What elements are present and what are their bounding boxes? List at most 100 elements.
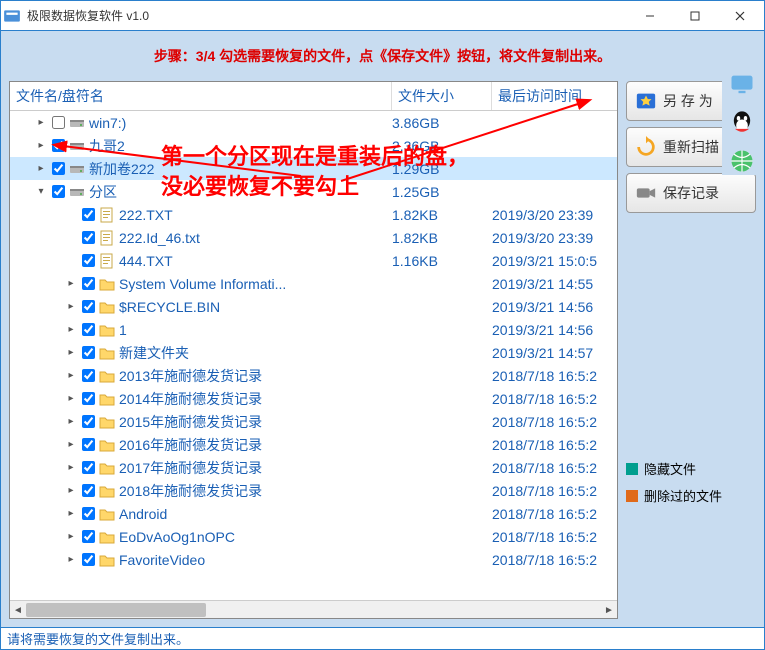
expander-icon[interactable]: ▸ — [64, 484, 78, 498]
file-row[interactable]: ▸FavoriteVideo2018/7/18 16:5:2 — [10, 548, 617, 571]
file-row[interactable]: ▸ Android 2018/7/18 16:5:2 — [10, 502, 617, 525]
file-row[interactable]: ▸2014年施耐德发货记录2018/7/18 16:5:2 — [10, 387, 617, 410]
file-row[interactable]: ▸System Volume Informati...2019/3/21 14:… — [10, 272, 617, 295]
row-checkbox[interactable] — [82, 530, 95, 543]
close-button[interactable] — [717, 2, 762, 30]
file-list[interactable]: ▸win7:)3.86GB▸九哥22.36GB▸新加卷2221.29GB▾分区1… — [10, 111, 617, 600]
file-size: 1.25GB — [392, 184, 492, 200]
row-checkbox[interactable] — [82, 277, 95, 290]
maximize-button[interactable] — [672, 2, 717, 30]
refresh-icon — [635, 136, 657, 158]
file-row[interactable]: ▸2017年施耐德发货记录2018/7/18 16:5:2 — [10, 456, 617, 479]
row-checkbox[interactable] — [82, 254, 95, 267]
file-row[interactable]: ▸新建文件夹2019/3/21 14:57 — [10, 341, 617, 364]
folder-icon — [99, 322, 115, 338]
qq-icon[interactable] — [728, 109, 756, 137]
file-time: 2019/3/21 15:0:5 — [492, 253, 617, 269]
txt-icon — [99, 230, 115, 246]
row-checkbox[interactable] — [82, 208, 95, 221]
file-time: 2019/3/21 14:56 — [492, 322, 617, 338]
expander-icon[interactable] — [64, 231, 78, 245]
expander-icon[interactable]: ▸ — [64, 277, 78, 291]
row-checkbox[interactable] — [52, 116, 65, 129]
globe-icon[interactable] — [728, 147, 756, 175]
minimize-button[interactable] — [627, 2, 672, 30]
expander-icon[interactable]: ▸ — [64, 415, 78, 429]
row-checkbox[interactable] — [82, 346, 95, 359]
scroll-right-arrow[interactable]: ► — [601, 601, 617, 619]
window-controls — [627, 2, 762, 30]
row-checkbox[interactable] — [82, 231, 95, 244]
file-size: 1.82KB — [392, 230, 492, 246]
row-checkbox[interactable] — [82, 507, 95, 520]
row-checkbox[interactable] — [82, 300, 95, 313]
file-row[interactable]: ▸2016年施耐德发货记录2018/7/18 16:5:2 — [10, 433, 617, 456]
file-time: 2018/7/18 16:5:2 — [492, 506, 617, 522]
row-checkbox[interactable] — [52, 162, 65, 175]
file-row[interactable]: ▸2013年施耐德发货记录2018/7/18 16:5:2 — [10, 364, 617, 387]
file-name: Android — [119, 506, 392, 522]
file-row[interactable]: ▸2015年施耐德发货记录2018/7/18 16:5:2 — [10, 410, 617, 433]
file-row[interactable]: ▸12019/3/21 14:56 — [10, 318, 617, 341]
expander-icon[interactable]: ▸ — [64, 461, 78, 475]
col-size[interactable]: 文件大小 — [392, 82, 492, 110]
file-row[interactable]: 222.Id_46.txt1.82KB2019/3/20 23:39 — [10, 226, 617, 249]
row-checkbox[interactable] — [52, 139, 65, 152]
expander-icon[interactable]: ▸ — [64, 507, 78, 521]
row-checkbox[interactable] — [52, 185, 65, 198]
expander-icon[interactable]: ▸ — [34, 139, 48, 153]
file-row[interactable]: ▸win7:)3.86GB — [10, 111, 617, 134]
row-checkbox[interactable] — [82, 438, 95, 451]
file-row[interactable]: ▾分区1.25GB — [10, 180, 617, 203]
expander-icon[interactable]: ▾ — [34, 185, 48, 199]
save-log-button[interactable]: 保存记录 — [626, 173, 756, 213]
legend-hidden-swatch — [626, 463, 638, 475]
window-title: 极限数据恢复软件 v1.0 — [27, 7, 627, 24]
expander-icon[interactable]: ▸ — [64, 346, 78, 360]
col-name[interactable]: 文件名/盘符名 — [10, 82, 392, 110]
col-time[interactable]: 最后访问时间 — [492, 82, 617, 110]
expander-icon[interactable]: ▸ — [34, 162, 48, 176]
row-checkbox[interactable] — [82, 323, 95, 336]
file-row[interactable]: ▸2018年施耐德发货记录2018/7/18 16:5:2 — [10, 479, 617, 502]
file-row[interactable]: ▸$RECYCLE.BIN2019/3/21 14:56 — [10, 295, 617, 318]
row-checkbox[interactable] — [82, 484, 95, 497]
expander-icon[interactable]: ▸ — [64, 392, 78, 406]
expander-icon[interactable]: ▸ — [64, 323, 78, 337]
scroll-thumb[interactable] — [26, 603, 206, 617]
file-row[interactable]: 444.TXT1.16KB2019/3/21 15:0:5 — [10, 249, 617, 272]
expander-icon[interactable]: ▸ — [64, 300, 78, 314]
file-row[interactable]: ▸九哥22.36GB — [10, 134, 617, 157]
legend-deleted-label: 删除过的文件 — [644, 486, 722, 505]
monitor-icon[interactable] — [728, 71, 756, 99]
file-row[interactable]: 222.TXT1.82KB2019/3/20 23:39 — [10, 203, 617, 226]
file-row[interactable]: ▸EoDvAoOg1nOPC2018/7/18 16:5:2 — [10, 525, 617, 548]
save-as-label: 另 存 为 — [663, 91, 713, 111]
file-time: 2019/3/21 14:56 — [492, 299, 617, 315]
expander-icon[interactable]: ▸ — [64, 369, 78, 383]
expander-icon[interactable]: ▸ — [64, 438, 78, 452]
camera-icon — [635, 182, 657, 204]
file-name: 九哥2 — [89, 136, 392, 156]
row-checkbox[interactable] — [82, 392, 95, 405]
row-checkbox[interactable] — [82, 553, 95, 566]
row-checkbox[interactable] — [82, 369, 95, 382]
expander-icon[interactable]: ▸ — [64, 553, 78, 567]
file-row[interactable]: ▸新加卷2221.29GB — [10, 157, 617, 180]
file-time: 2019/3/21 14:57 — [492, 345, 617, 361]
file-name: System Volume Informati... — [119, 276, 392, 292]
horizontal-scrollbar[interactable]: ◄ ► — [10, 600, 617, 618]
folder-icon — [99, 345, 115, 361]
folder-icon — [99, 368, 115, 384]
expander-icon[interactable] — [64, 208, 78, 222]
save-log-label: 保存记录 — [663, 183, 719, 203]
expander-icon[interactable]: ▸ — [34, 116, 48, 130]
scroll-left-arrow[interactable]: ◄ — [10, 601, 26, 619]
row-checkbox[interactable] — [82, 461, 95, 474]
expander-icon[interactable]: ▸ — [64, 530, 78, 544]
folder-icon — [99, 506, 115, 522]
file-panel: 文件名/盘符名 文件大小 最后访问时间 ▸win7:)3.86GB▸九哥22.3… — [9, 81, 618, 619]
row-checkbox[interactable] — [82, 415, 95, 428]
expander-icon[interactable] — [64, 254, 78, 268]
float-toolbar — [722, 63, 762, 175]
